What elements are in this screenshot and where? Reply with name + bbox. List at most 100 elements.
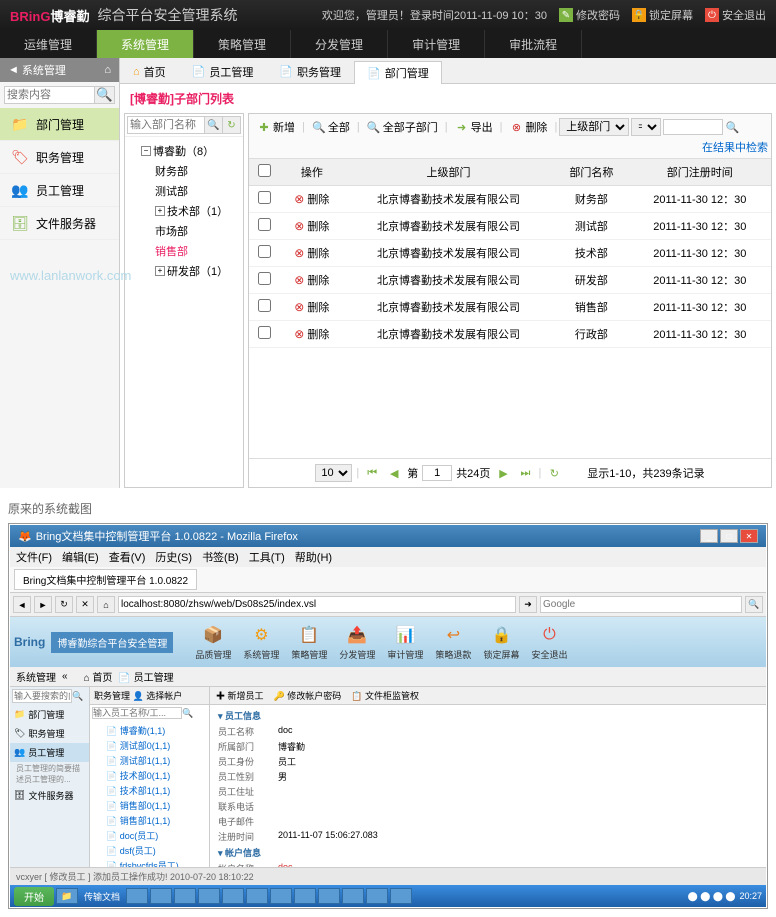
refresh-button[interactable]: ↻ [545,464,563,482]
task-item[interactable] [318,888,340,904]
logout-link[interactable]: ⏻安全退出 [705,7,766,23]
nav-big-icon[interactable]: ⏻安全退出 [525,621,573,663]
menu-item[interactable]: 编辑(E) [62,549,99,565]
filter-field-select[interactable]: 上级部门 [559,118,629,136]
row-delete-button[interactable]: ⊗ 删除 [294,329,329,341]
menu-item[interactable]: 书签(B) [202,549,239,565]
home-button[interactable]: ⌂ [97,596,115,613]
task-item[interactable] [126,888,148,904]
tree-toggle-icon[interactable]: + [155,266,165,276]
nav-big-icon[interactable]: 🔒锁定屏幕 [477,621,525,663]
task-item[interactable] [342,888,364,904]
row-delete-button[interactable]: ⊗ 删除 [294,248,329,260]
tree-toggle-icon[interactable]: − [141,146,151,156]
tab-position[interactable]: 📄职务管理 [266,60,354,83]
old-tree-item[interactable]: 📄 dsf(员工) [92,843,207,858]
change-password-link[interactable]: ✎修改密码 [559,7,620,23]
back-button[interactable]: ◄ [13,596,31,613]
close-button[interactable]: ✕ [740,529,758,543]
home-icon[interactable]: ⌂ [104,64,111,76]
tree-node[interactable]: 财务部 [129,161,239,181]
stop-button[interactable]: ✕ [76,596,94,613]
old-sb-emp[interactable]: 👥员工管理 [10,743,89,762]
last-page-button[interactable]: ⏭ [516,464,534,482]
next-page-button[interactable]: ▶ [494,464,512,482]
old-tree-item[interactable]: 📄 doc(员工) [92,828,207,843]
old-tree-item[interactable]: 📄 测试部0(1,1) [92,738,207,753]
tree-node[interactable]: −博睿勤（8） [129,141,239,161]
old-chg-pwd[interactable]: 🔑 修改帐户密码 [274,689,342,702]
browser-tab[interactable]: Bring文档集中控制管理平台 1.0.0822 [14,569,197,590]
tab-employee[interactable]: 📄员工管理 [179,60,267,83]
old-tree-item[interactable]: 📄 测试部1(1,1) [92,753,207,768]
old-tree-item[interactable]: 📄 fdsbvcfds员工) [92,858,207,867]
tab-home[interactable]: ⌂首页 [120,60,179,83]
sidebar-item-dept[interactable]: 📁部门管理 [0,108,119,141]
task-item[interactable] [270,888,292,904]
sidebar-search-button[interactable]: 🔍 [95,86,115,104]
start-button[interactable]: 开始 [14,887,54,906]
tree-node[interactable]: +研发部（1） [129,261,239,281]
row-checkbox[interactable] [258,326,271,339]
menu-item[interactable]: 工具(T) [249,549,285,565]
all-button[interactable]: 🔍全部 [307,117,355,137]
old-cabinet[interactable]: 📋 文件柜监管权 [351,689,419,702]
all-sub-button[interactable]: 🔍全部子部门 [362,117,443,137]
nav-ops[interactable]: 运维管理 [0,30,97,58]
export-button[interactable]: ➜导出 [450,117,498,137]
search-in-results-link[interactable]: 在结果中检索 [702,139,768,155]
old-tree-item[interactable]: 📄 销售部0(1,1) [92,798,207,813]
tree-node[interactable]: 市场部 [129,221,239,241]
task-item[interactable]: 📁 [56,888,78,904]
url-input[interactable] [118,596,516,613]
old-sb-pos[interactable]: 🏷职务管理 [10,724,89,743]
tab-dept[interactable]: 📄部门管理 [354,61,442,84]
sidebar-item-position[interactable]: 🏷职务管理 [0,141,119,174]
nav-audit[interactable]: 审计管理 [388,30,485,58]
tree-refresh-button[interactable]: ↻ [223,116,241,134]
nav-big-icon[interactable]: 📦品质管理 [189,621,237,663]
select-all-checkbox[interactable] [258,164,271,177]
task-item[interactable] [390,888,412,904]
row-delete-button[interactable]: ⊗ 删除 [294,221,329,233]
old-tree-item[interactable]: 📄 博睿勤(1,1) [92,723,207,738]
menu-item[interactable]: 帮助(H) [295,549,332,565]
search-button[interactable]: 🔍 [745,596,763,613]
search-go-icon[interactable]: 🔍 [725,120,739,134]
reload-button[interactable]: ↻ [55,596,73,613]
maximize-button[interactable]: □ [720,529,738,543]
old-tree-item[interactable]: 📄 销售部1(1,1) [92,813,207,828]
lock-screen-link[interactable]: 🔒锁定屏幕 [632,7,693,23]
task-item[interactable] [222,888,244,904]
collapse-icon[interactable]: « [62,671,68,682]
nav-big-icon[interactable]: 📊审计管理 [381,621,429,663]
old-new-emp[interactable]: ✚ 新增员工 [216,689,264,702]
new-button[interactable]: ✚新增 [252,117,300,137]
nav-big-icon[interactable]: ↩策略退款 [429,621,477,663]
tree-search-input[interactable] [127,116,205,134]
old-tree-item[interactable]: 📄 技术部1(1,1) [92,783,207,798]
sidebar-item-employee[interactable]: 👥员工管理 [0,174,119,207]
row-checkbox[interactable] [258,218,271,231]
task-item[interactable] [174,888,196,904]
tree-node[interactable]: 测试部 [129,181,239,201]
search-engine-input[interactable] [540,596,742,613]
task-item[interactable] [294,888,316,904]
task-item[interactable] [198,888,220,904]
old-sb-search-input[interactable] [12,689,72,703]
nav-big-icon[interactable]: ⚙系统管理 [237,621,285,663]
task-item[interactable] [366,888,388,904]
sidebar-search-input[interactable] [4,86,95,104]
first-page-button[interactable]: ⏮ [363,464,381,482]
nav-distribute[interactable]: 分发管理 [291,30,388,58]
row-checkbox[interactable] [258,191,271,204]
nav-approval[interactable]: 审批流程 [485,30,582,58]
nav-big-icon[interactable]: 📤分发管理 [333,621,381,663]
minimize-button[interactable]: _ [700,529,718,543]
menu-item[interactable]: 文件(F) [16,549,52,565]
filter-value-input[interactable] [663,119,723,135]
prev-page-button[interactable]: ◀ [385,464,403,482]
menu-item[interactable]: 查看(V) [109,549,146,565]
tree-toggle-icon[interactable]: + [155,206,165,216]
row-checkbox[interactable] [258,299,271,312]
